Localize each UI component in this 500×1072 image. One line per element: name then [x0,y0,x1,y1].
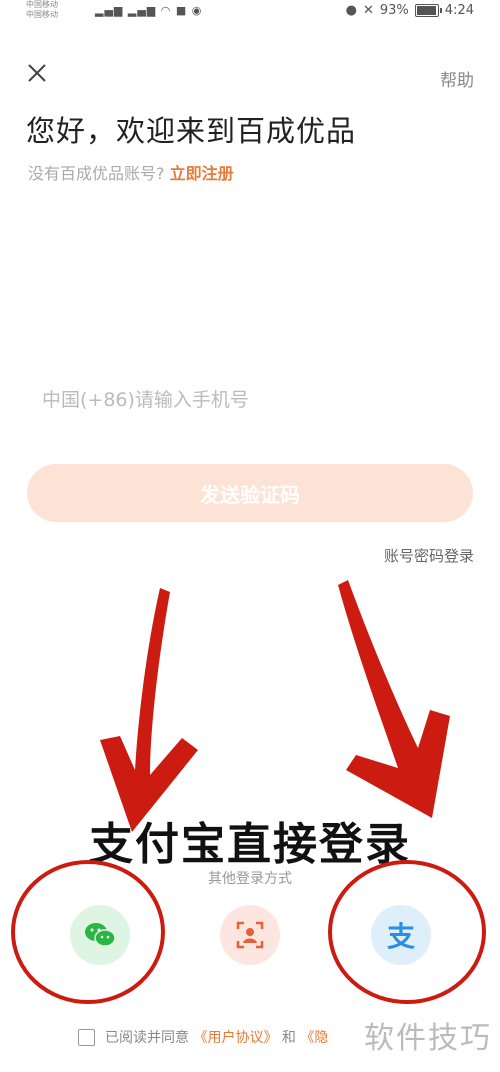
status-bar: 中国移动 中国移动 ▂▄▆ ▂▄▆ ◠ ■ ◉ ● ✕ 93% 4:24 [0,0,500,24]
register-prompt: 没有百成优品账号? 立即注册 [28,160,234,184]
alipay-login-button[interactable]: 支 [371,905,431,965]
signal-icons: ▂▄▆ ▂▄▆ ◠ ■ ◉ [95,4,202,17]
annotation-arrow-left [100,588,198,832]
watermark: 软件技巧 [364,1021,492,1056]
close-icon[interactable] [24,60,50,86]
battery-percent: 93% [379,3,409,18]
help-link[interactable]: 帮助 [440,66,474,91]
carrier-line-2: 中国移动 [26,10,58,19]
user-agreement-link[interactable]: 《用户协议》 [193,1030,277,1046]
location-icon: ◉ [191,4,203,17]
agreement-checkbox[interactable] [78,1028,95,1046]
annotation-arrow-right [338,580,450,818]
send-code-button[interactable]: 发送验证码 [27,464,473,522]
face-id-icon [236,921,264,949]
clock: 4:24 [444,3,474,18]
agreement-and: 和 [281,1030,296,1046]
password-login-link[interactable]: 账号密码登录 [384,545,474,566]
no-account-text: 没有百成优品账号? [28,164,165,183]
signal-icon: ▂▄▆ [95,4,124,17]
carrier-label: 中国移动 中国移动 [26,0,58,20]
alipay-icon: 支 [386,920,415,953]
wechat-login-button[interactable] [70,905,130,965]
signal-icon: ▂▄▆ [127,4,157,17]
video-icon: ■ [175,4,188,17]
mic-icon: ● [345,3,357,18]
annotation-text: 支付宝直接登录 [89,819,411,870]
other-login-label: 其他登录方式 [208,871,292,887]
wifi-icon: ◠ [160,4,172,17]
privacy-policy-link[interactable]: 《隐 [300,1030,328,1046]
mute-icon: ✕ [362,3,374,18]
battery-icon [414,4,442,17]
status-right: ● ✕ 93% 4:24 [346,3,474,18]
agreement-row: 已阅读并同意 《用户协议》 和 《隐 [78,1027,328,1047]
page-title: 您好，欢迎来到百成优品 [26,114,357,148]
phone-input[interactable] [40,382,464,418]
agreement-prefix: 已阅读并同意 [105,1030,189,1046]
register-link[interactable]: 立即注册 [170,164,234,183]
wechat-icon [85,923,116,947]
face-login-button[interactable] [220,905,280,965]
carrier-line-1: 中国移动 [26,0,58,9]
